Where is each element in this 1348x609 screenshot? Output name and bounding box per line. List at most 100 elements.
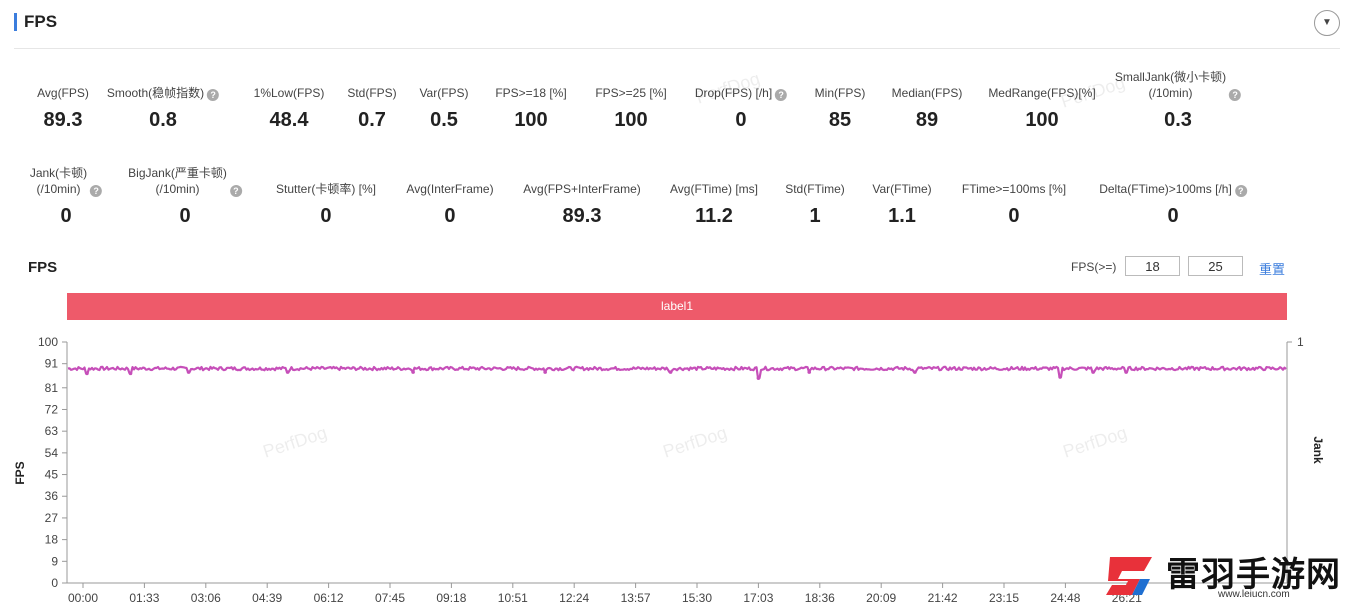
metric-value: 0 [444, 205, 456, 227]
metric-label-text: Var(FTime) [872, 182, 932, 196]
metric-label: Avg(FPS+InterFrame) [523, 163, 640, 197]
x-tick-label: 15:30 [682, 591, 712, 605]
metric-label-text: 1%Low(FPS) [253, 86, 325, 100]
fps-dip-point [913, 370, 917, 374]
metric-label: Std(FTime) [785, 163, 845, 197]
chevron-down-icon: ▼ [1322, 17, 1332, 28]
metric-label: FPS>=18 [%] [495, 67, 566, 101]
x-tick-label: 04:39 [252, 591, 282, 605]
metric-value: 0 [1008, 205, 1020, 227]
reset-button[interactable]: 重置 [1259, 259, 1285, 278]
metric-value: 0 [320, 205, 332, 227]
metric-label-text: Avg(InterFrame) [406, 182, 494, 196]
chart-title: FPS [28, 259, 58, 276]
x-tick-label: 01:33 [129, 591, 159, 605]
metric-value: 100 [514, 109, 548, 131]
x-tick-label: 24:48 [1050, 591, 1080, 605]
x-tick-label: 18:36 [805, 591, 835, 605]
metric-value: 0 [179, 205, 191, 227]
y2-tick-label: 1 [1297, 335, 1304, 349]
x-tick-label: 13:57 [621, 591, 651, 605]
metric: Avg(FTime) [ms] 11.2 [670, 163, 758, 229]
metric-label-text: Min(FPS) [814, 86, 866, 100]
y-tick-label: 18 [45, 533, 59, 547]
y-tick-label: 45 [45, 468, 59, 482]
help-icon[interactable]: ? [90, 185, 103, 197]
collapse-button[interactable]: ▼ [1314, 10, 1340, 36]
metric-value: 1.1 [888, 205, 916, 227]
section-title: FPS [24, 12, 58, 31]
metric-label-text: Avg(FPS+InterFrame) [523, 182, 641, 196]
y-axis-label: FPS [13, 461, 27, 484]
help-icon[interactable]: ? [775, 89, 788, 101]
metric-label-text: Std(FTime) [785, 182, 845, 196]
metric-label-text: FPS>=18 [%] [495, 86, 567, 100]
metric-label-text: Delta(FTime)>100ms [/h] [1099, 182, 1232, 196]
watermark: PerfDog [260, 422, 330, 462]
fps-dip-point [85, 371, 89, 376]
metric-value: 89 [915, 109, 939, 131]
metric-label-text: Avg(FTime) [ms] [669, 182, 759, 196]
x-tick-label: 20:09 [866, 591, 896, 605]
x-tick-label: 00:00 [68, 591, 98, 605]
metric-value: 1 [809, 205, 821, 227]
metric: Jank(卡顿) (/10min)? 0 [29, 163, 103, 229]
metric: Delta(FTime)>100ms [/h]? 0 [1099, 163, 1247, 229]
metric-label-text: Jank(卡顿) (/10min) [29, 166, 88, 196]
y-tick-label: 72 [45, 402, 59, 416]
fps-dip-point [756, 376, 761, 380]
metric-value: 0.5 [430, 109, 458, 131]
metric: Std(FTime) 1 [785, 163, 845, 229]
site-logo: 雷羽手游网 www.leiucn.com [1100, 545, 1345, 607]
y-tick-label: 54 [45, 446, 59, 460]
metric-value: 89.3 [562, 205, 602, 227]
threshold-input-2[interactable] [1188, 256, 1243, 276]
metric-value: 89.3 [43, 109, 83, 131]
metric-value: 0.7 [358, 109, 386, 131]
help-icon[interactable]: ? [229, 185, 242, 197]
x-tick-label: 21:42 [928, 591, 958, 605]
fps-dip-point [285, 370, 290, 374]
fps-dip-point [128, 371, 133, 376]
metric-label: Avg(FTime) [ms] [670, 163, 758, 197]
label-band[interactable]: label1 [67, 293, 1287, 320]
metric-label: Avg(InterFrame) [406, 163, 493, 197]
fps-dip-point [186, 370, 191, 374]
fps-dip-point [543, 370, 547, 374]
metric-label-text: Smooth(稳帧指数) [106, 86, 205, 100]
metric-label-text: Std(FPS) [347, 86, 397, 100]
help-icon[interactable]: ? [1229, 89, 1242, 101]
watermark: PerfDog [1060, 422, 1130, 462]
metric-value: 0 [1167, 205, 1179, 227]
fps-series-line [67, 365, 1287, 380]
metric-value: 0.8 [149, 109, 177, 131]
metric: Avg(FPS) 89.3 [37, 67, 89, 133]
metric-label: Median(FPS) [892, 67, 963, 101]
x-tick-label: 12:24 [559, 591, 589, 605]
metric-label: FPS>=25 [%] [595, 67, 666, 101]
metric: 1%Low(FPS) 48.4 [254, 67, 325, 133]
y-tick-label: 27 [45, 511, 59, 525]
help-icon[interactable]: ? [1234, 185, 1247, 197]
fps-dip-point [1058, 375, 1062, 379]
metric-label: Var(FPS) [419, 67, 468, 101]
y-tick-label: 91 [45, 357, 59, 371]
x-tick-label: 10:51 [498, 591, 528, 605]
logo-url: www.leiucn.com [1218, 589, 1290, 600]
logo-icon [1106, 557, 1152, 595]
metric-value: 100 [1025, 109, 1059, 131]
metric-label-text: BigJank(严重卡顿) (/10min) [128, 166, 227, 196]
y-tick-label: 0 [51, 576, 58, 590]
threshold-input-1[interactable] [1125, 256, 1180, 276]
y-tick-label: 36 [45, 489, 59, 503]
metric: FTime>=100ms [%] 0 [962, 163, 1066, 229]
x-tick-label: 07:45 [375, 591, 405, 605]
y-tick-label: 100 [38, 335, 58, 349]
y-tick-label: 63 [45, 424, 59, 438]
fps-dip-point [668, 370, 673, 374]
y-tick-label: 81 [45, 381, 59, 395]
help-icon[interactable]: ? [207, 89, 220, 101]
metric: Median(FPS) 89 [892, 67, 963, 133]
y-tick-label: 9 [51, 554, 58, 568]
metric-value: 85 [828, 109, 852, 131]
